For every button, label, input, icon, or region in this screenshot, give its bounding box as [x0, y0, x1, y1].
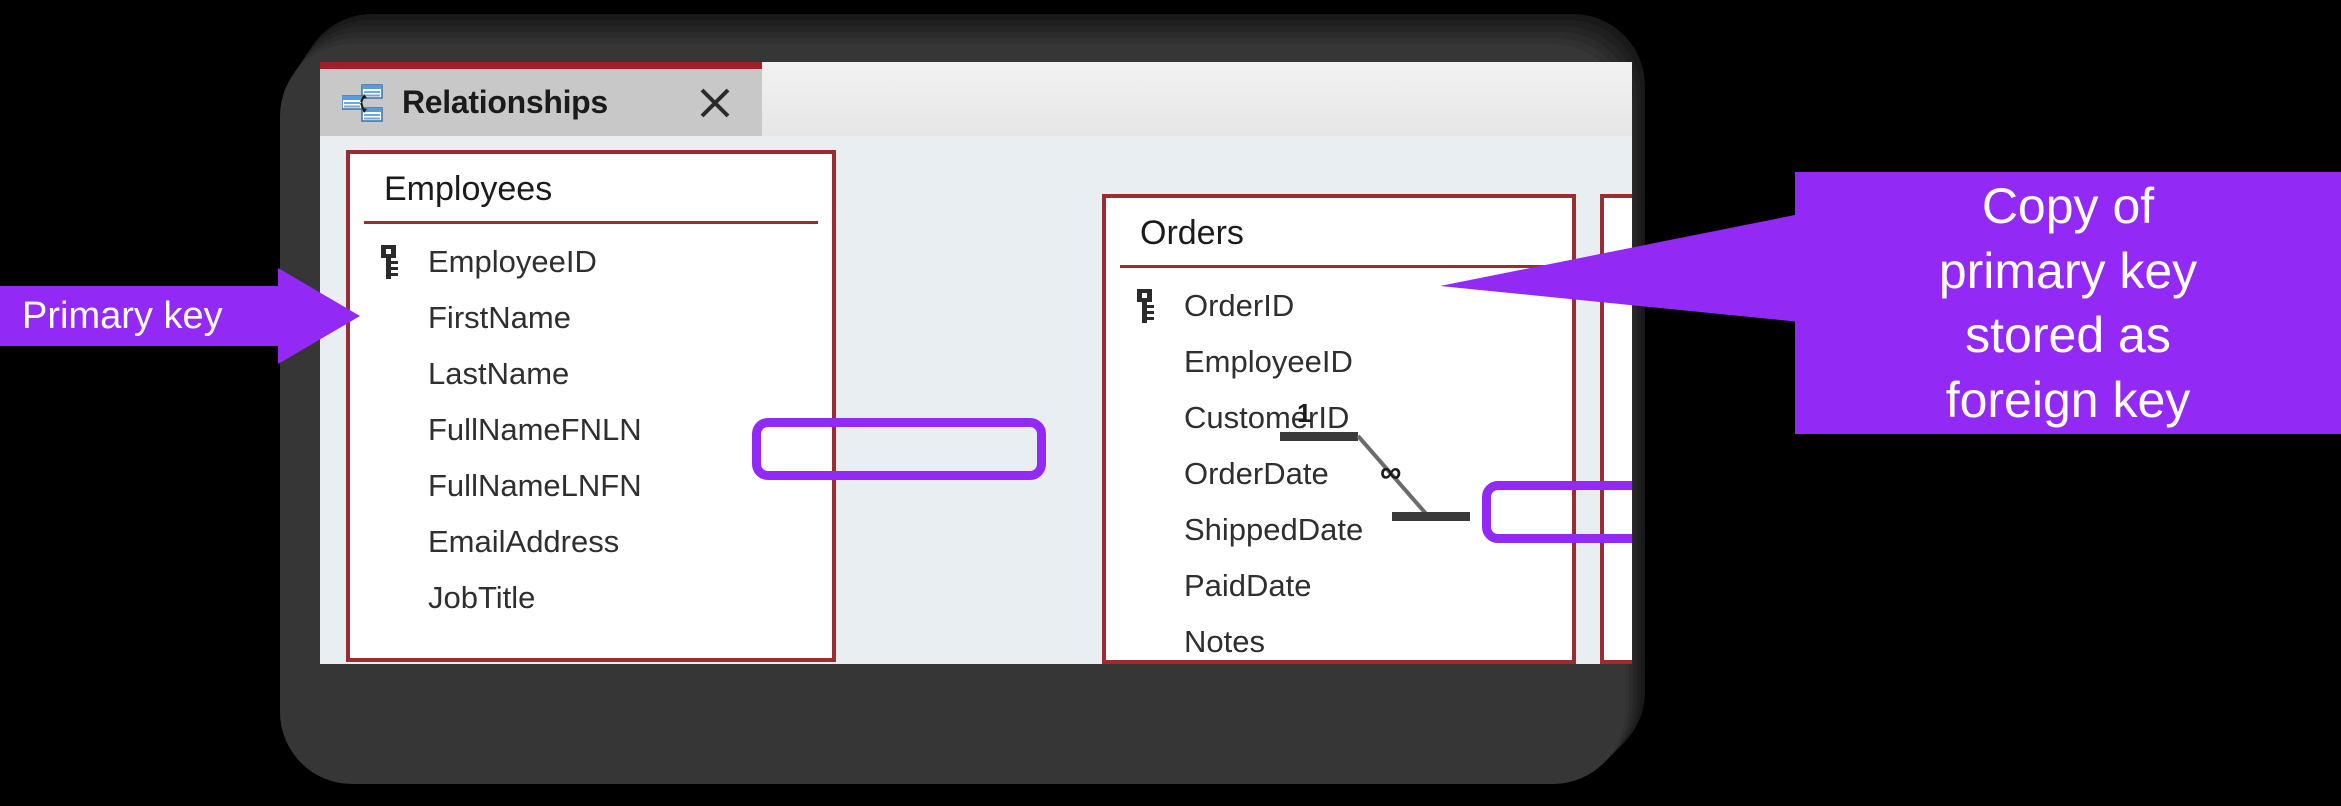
- callout-foreign-key-pointer: [1440, 208, 1800, 328]
- field-list-employees: EmployeeID FirstName LastName FullNameFN…: [350, 224, 832, 626]
- primary-key-icon: [378, 245, 404, 279]
- table-box-employees[interactable]: Employees: [346, 150, 836, 662]
- field-row[interactable]: EmployeeID: [350, 234, 832, 290]
- field-label: LastName: [428, 356, 569, 392]
- relationship-one-label: 1: [1297, 398, 1311, 429]
- tab-title: Relationships: [402, 84, 608, 121]
- field-row[interactable]: FullNameLNFN: [350, 458, 832, 514]
- field-row[interactable]: LastName: [350, 346, 832, 402]
- callout-line: primary key: [1939, 239, 2197, 304]
- field-label: EmployeeID: [428, 244, 597, 280]
- field-label: FirstName: [428, 300, 571, 336]
- field-row[interactable]: PaidDate: [1106, 558, 1572, 614]
- field-row[interactable]: [1604, 334, 1632, 390]
- field-label: JobTitle: [428, 580, 535, 616]
- field-label: Notes: [1184, 624, 1265, 660]
- relationship-connector[interactable]: 1 ∞: [1280, 404, 1470, 544]
- field-label: FullNameFNLN: [428, 412, 642, 448]
- screenshot-stage: Relationships Employees: [0, 0, 2341, 806]
- field-row[interactable]: FirstName: [350, 290, 832, 346]
- field-row[interactable]: EmailAddress: [350, 514, 832, 570]
- tab-relationships[interactable]: Relationships: [320, 62, 762, 136]
- tab-strip: Relationships: [320, 62, 1632, 136]
- table-title: Employees: [350, 154, 832, 221]
- callout-line: Copy of: [1939, 174, 2197, 239]
- field-row[interactable]: [1604, 390, 1632, 446]
- field-row[interactable]: Notes: [1106, 614, 1572, 664]
- callout-line: foreign key: [1939, 368, 2197, 433]
- field-label: EmailAddress: [428, 524, 619, 560]
- field-label: EmployeeID: [1184, 344, 1353, 380]
- relationship-many-label: ∞: [1380, 456, 1401, 490]
- callout-primary-key: Primary key: [0, 268, 360, 364]
- relationships-icon: [342, 84, 384, 122]
- field-label: OrderID: [1184, 288, 1294, 324]
- field-row[interactable]: EmployeeID: [1106, 334, 1572, 390]
- field-row[interactable]: JobTitle: [350, 570, 832, 626]
- close-icon[interactable]: [698, 86, 732, 120]
- callout-foreign-key-label: Copy ofprimary keystored asforeign key: [1939, 174, 2197, 432]
- primary-key-icon: [1134, 289, 1160, 323]
- callout-line: stored as: [1939, 303, 2197, 368]
- field-row[interactable]: FullNameFNLN: [350, 402, 832, 458]
- access-relationships-window: Relationships Employees: [320, 62, 1632, 664]
- callout-foreign-key: Copy ofprimary keystored asforeign key: [1795, 172, 2341, 434]
- field-label: FullNameLNFN: [428, 468, 642, 504]
- relationships-canvas: Employees: [320, 136, 1632, 664]
- callout-primary-key-label: Primary key: [22, 268, 272, 364]
- field-label: PaidDate: [1184, 568, 1312, 604]
